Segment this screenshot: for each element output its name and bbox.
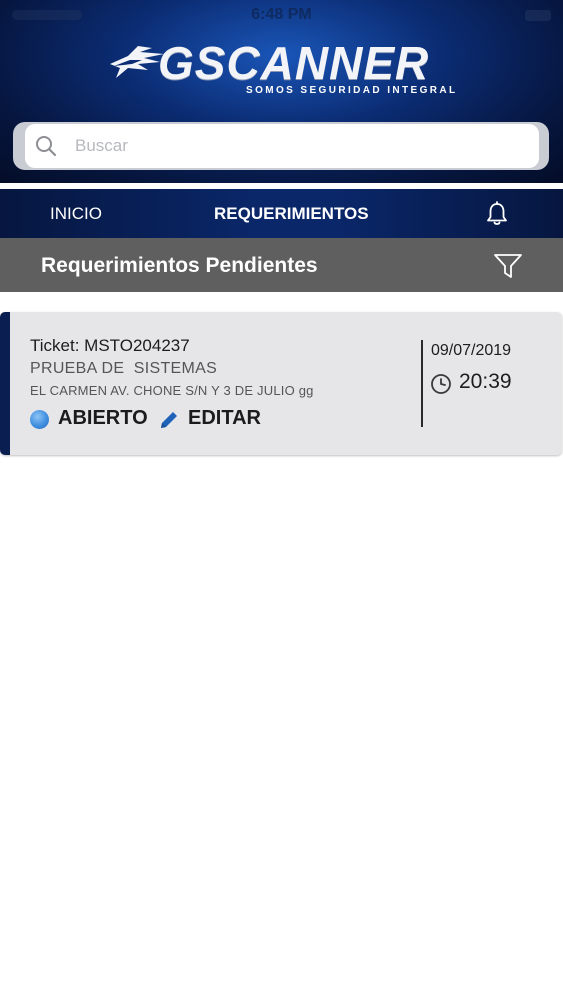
battery-icon <box>525 10 551 21</box>
bell-icon[interactable] <box>484 201 510 227</box>
filter-icon[interactable] <box>493 252 523 280</box>
app-screen: 6:48 PM GSCANNER SOMOS SEGURIDAD INTEGRA… <box>0 0 563 1000</box>
search-icon <box>36 136 57 157</box>
status-badge: ABIERTO <box>58 407 148 429</box>
card-accent-bar <box>0 312 10 455</box>
ticket-title: PRUEBA DE SISTEMAS <box>30 360 218 377</box>
ticket-number: Ticket: MSTO204237 <box>30 336 190 355</box>
edit-label: EDITAR <box>188 407 261 429</box>
top-nav: INICIO REQUERIMIENTOS <box>0 189 563 238</box>
logo-tagline: SOMOS SEGURIDAD INTEGRAL <box>246 85 458 96</box>
card-divider <box>421 340 423 427</box>
section-title: Requerimientos Pendientes <box>41 254 318 277</box>
tab-requerimientos[interactable]: REQUERIMIENTOS <box>214 189 369 238</box>
section-header: Requerimientos Pendientes <box>0 238 563 292</box>
status-bar: 6:48 PM <box>0 4 563 26</box>
status-dot-icon <box>30 410 49 429</box>
ticket-time: 20:39 <box>459 370 512 393</box>
search-bar <box>13 122 549 170</box>
tab-inicio[interactable]: INICIO <box>50 189 102 238</box>
edit-button[interactable]: EDITAR <box>158 407 298 433</box>
logo-name: GSCANNER <box>158 37 430 89</box>
clock-icon <box>431 374 451 394</box>
search-input[interactable] <box>65 124 535 168</box>
header: 6:48 PM GSCANNER SOMOS SEGURIDAD INTEGRA… <box>0 0 563 183</box>
status-time: 6:48 PM <box>251 6 312 23</box>
ticket-date: 09/07/2019 <box>431 342 512 359</box>
ticket-address: EL CARMEN AV. CHONE S/N Y 3 DE JULIO gg <box>30 383 314 398</box>
ticket-card[interactable]: Ticket: MSTO204237 PRUEBA DE SISTEMAS EL… <box>0 312 562 455</box>
pencil-icon <box>161 412 177 428</box>
brand-logo: GSCANNER SOMOS SEGURIDAD INTEGRAL <box>108 40 458 100</box>
search-box[interactable] <box>25 124 539 168</box>
